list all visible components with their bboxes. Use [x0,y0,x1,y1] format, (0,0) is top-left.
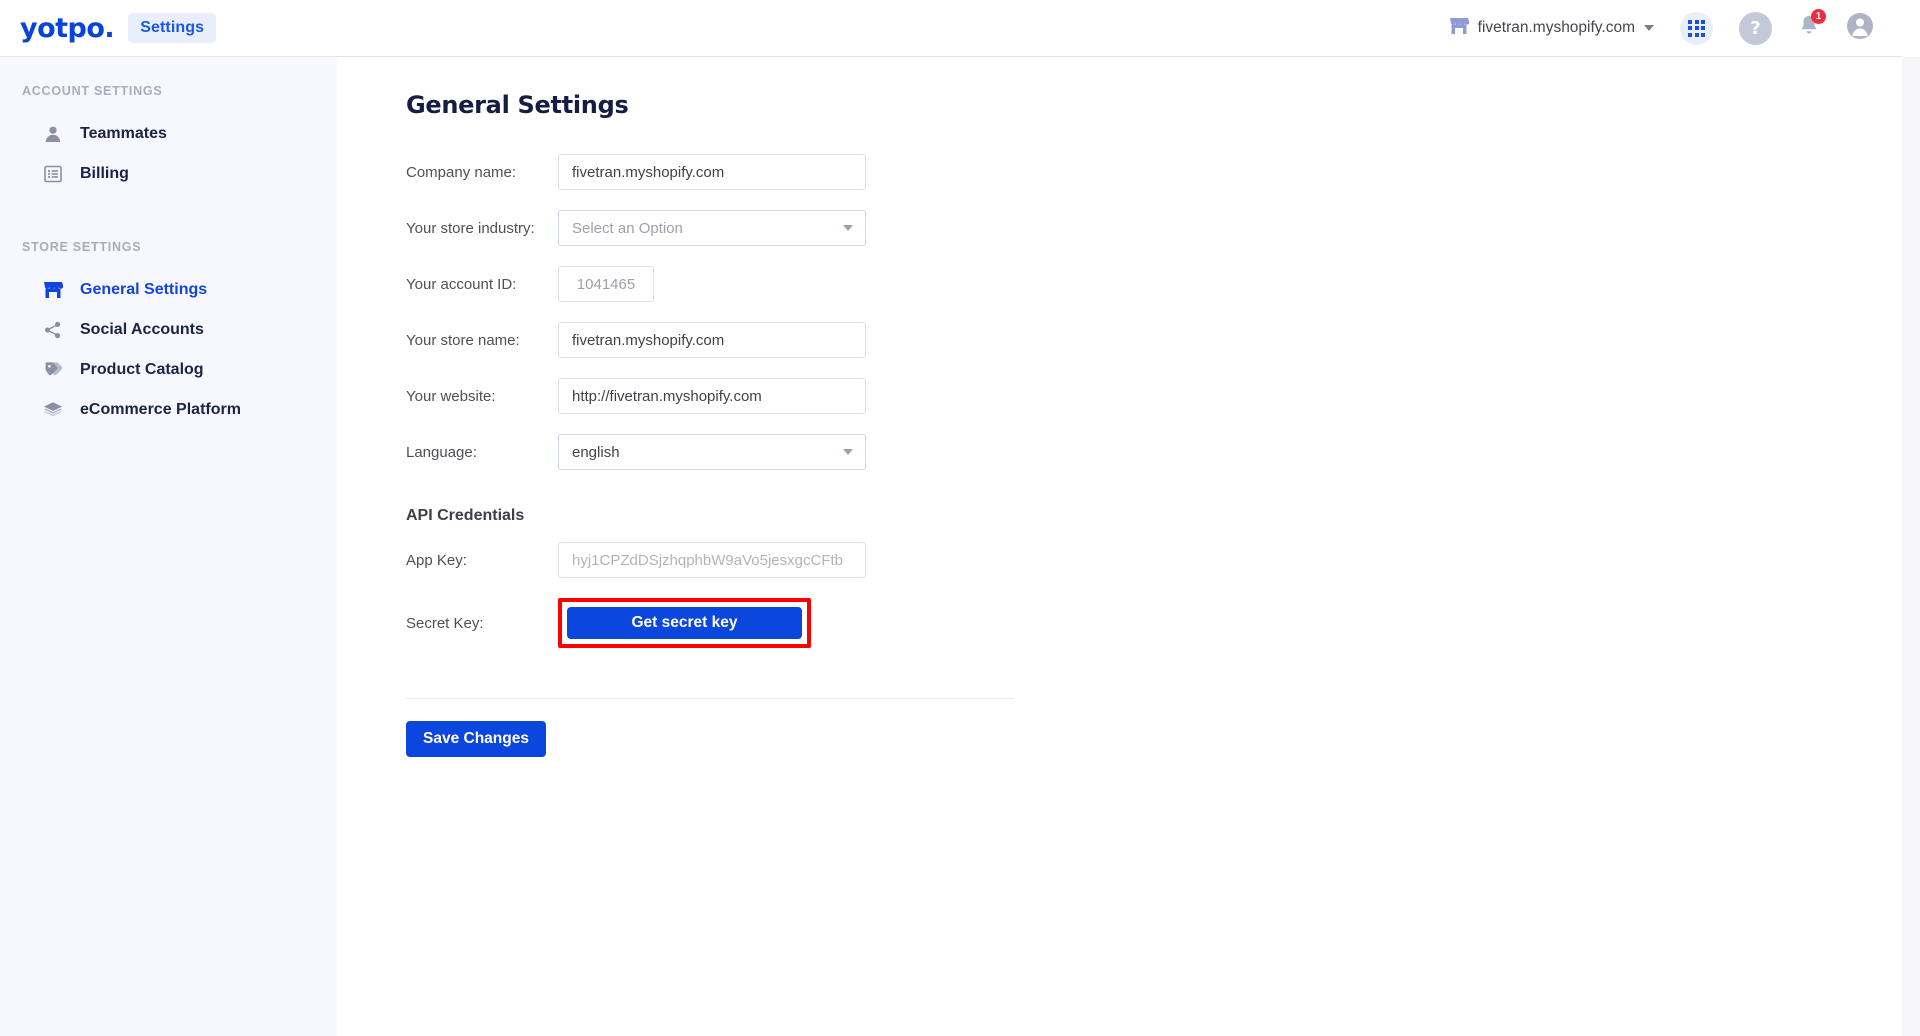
form-row-website: Your website: http://fivetran.myshopify.… [406,373,1902,419]
store-name-label: fivetran.myshopify.com [1477,19,1635,36]
website-label: Your website: [406,387,496,405]
storefront-icon [1449,17,1470,40]
store-switcher[interactable]: fivetran.myshopify.com [1449,17,1654,40]
chevron-down-icon [843,225,853,231]
layers-stack-icon [42,399,64,421]
list-document-icon [42,163,64,185]
brand-area: yotpo. Settings [0,13,217,44]
sidebar-item-social-accounts[interactable]: Social Accounts [0,310,337,350]
main-content: General Settings Company name: fivetran.… [337,57,1902,1036]
user-avatar-icon [1846,12,1874,44]
sidebar-item-billing[interactable]: Billing [0,154,337,194]
secret-key-label: Secret Key: [406,614,484,632]
form-row-company-name: Company name: fivetran.myshopify.com [406,149,1902,195]
form-row-account-id: Your account ID: 1041465 [406,261,1902,307]
company-name-label: Company name: [406,163,517,181]
save-changes-button[interactable]: Save Changes [406,721,546,757]
nav-group-title-store: STORE SETTINGS [22,240,142,254]
company-name-input[interactable]: fivetran.myshopify.com [558,154,866,190]
sidebar-item-label: Product Catalog [80,361,204,378]
general-settings-form: Company name: fivetran.myshopify.com You… [406,149,1902,653]
header-actions: fivetran.myshopify.com ? 1 [1449,8,1902,45]
notifications-bell-icon [1798,15,1820,42]
store-industry-label: Your store industry: [406,219,535,237]
form-row-language: Language: english [406,429,1902,475]
account-id-label: Your account ID: [406,275,517,293]
language-label: Language: [406,443,477,461]
app-key-label: App Key: [406,551,467,569]
yotpo-logo[interactable]: yotpo. [20,13,115,44]
website-input[interactable]: http://fivetran.myshopify.com [558,378,866,414]
sidebar-navigation: ACCOUNT SETTINGS Teammates Billing STORE… [0,57,337,1036]
form-divider [406,698,1014,699]
sidebar-item-label: eCommerce Platform [80,401,241,418]
sidebar-item-label: Social Accounts [80,321,204,338]
share-nodes-icon [42,319,64,341]
sidebar-item-label: Billing [80,165,129,182]
sidebar-item-general-settings[interactable]: General Settings [0,270,337,310]
language-select[interactable]: english [558,434,866,470]
sidebar-item-ecommerce-platform[interactable]: eCommerce Platform [0,390,337,430]
page-title: General Settings [406,91,629,119]
question-mark-icon: ? [1750,17,1761,39]
language-selected-value: english [572,443,620,461]
sidebar-item-label: General Settings [80,281,208,298]
apps-grid-icon [1688,19,1705,37]
notifications-button[interactable]: 1 [1798,8,1826,43]
user-avatar-button[interactable] [1846,12,1874,45]
form-row-app-key: App Key: hyj1CPZdDSjzhqphbW9aVo5jesxgcCF… [406,537,1902,583]
notification-count-badge: 1 [1811,8,1826,24]
get-secret-key-button[interactable]: Get secret key [567,607,802,639]
account-id-value: 1041465 [558,266,654,302]
sidebar-item-teammates[interactable]: Teammates [0,114,337,154]
form-row-store-industry: Your store industry: Select an Option [406,205,1902,251]
nav-group-spacer [0,194,337,240]
price-tag-icon [42,359,64,381]
chevron-down-icon [843,449,853,455]
form-row-store-name: Your store name: fivetran.myshopify.com [406,317,1902,363]
sidebar-item-product-catalog[interactable]: Product Catalog [0,350,337,390]
nav-group-title-account: ACCOUNT SETTINGS [22,84,163,98]
get-secret-key-highlight: Get secret key [558,598,811,648]
form-row-secret-key: Secret Key: Get secret key [406,593,1902,653]
store-name-input[interactable]: fivetran.myshopify.com [558,322,866,358]
person-icon [42,123,64,145]
app-key-input[interactable]: hyj1CPZdDSjzhqphbW9aVo5jesxgcCFtb [558,542,866,578]
help-button[interactable]: ? [1739,11,1772,45]
chevron-down-icon [1644,25,1654,31]
sidebar-item-label: Teammates [80,125,167,142]
storefront-icon [42,279,64,301]
store-industry-selected-value: Select an Option [572,219,683,237]
api-credentials-heading: API Credentials [406,507,525,524]
page-scrollbar[interactable] [1902,57,1920,1036]
store-name-label: Your store name: [406,331,520,349]
store-industry-select[interactable]: Select an Option [558,210,866,246]
apps-grid-button[interactable] [1680,11,1713,45]
app-header: yotpo. Settings fivetran.myshopify.com ? [0,0,1902,57]
settings-badge[interactable]: Settings [128,13,217,43]
